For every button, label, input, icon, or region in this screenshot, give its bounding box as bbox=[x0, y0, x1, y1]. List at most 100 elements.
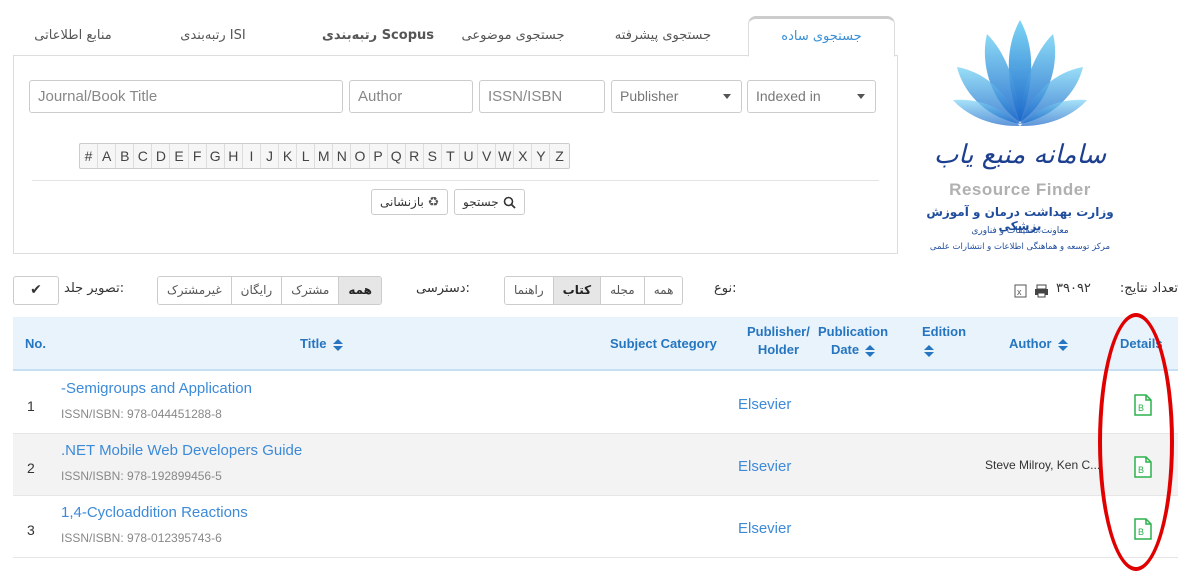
table-header: No. Title Subject Category Publisher/ Ho… bbox=[13, 317, 1178, 371]
search-form: Journal/Book Title Author ISSN/ISBN Publ… bbox=[13, 56, 898, 254]
alphabet-letter[interactable]: I bbox=[243, 144, 261, 168]
alphabet-letter[interactable]: # bbox=[80, 144, 99, 168]
title-input[interactable]: Journal/Book Title bbox=[29, 80, 343, 113]
row-title-link[interactable]: .NET Mobile Web Developers Guide bbox=[61, 442, 302, 459]
lotus-logo-icon bbox=[953, 20, 1087, 127]
header-no: No. bbox=[25, 336, 46, 351]
header-title[interactable]: Title bbox=[300, 335, 343, 353]
row-number: 1 bbox=[27, 398, 35, 414]
logo-subtitle: Resource Finder bbox=[949, 180, 1091, 199]
access-label: دسترسی: bbox=[416, 281, 470, 296]
alphabet-letter[interactable]: F bbox=[189, 144, 207, 168]
chevron-down-icon bbox=[723, 94, 731, 99]
header-author[interactable]: Author bbox=[1009, 335, 1068, 353]
alphabet-letter[interactable]: O bbox=[351, 144, 370, 168]
alphabet-letter[interactable]: V bbox=[478, 144, 497, 168]
row-title-link[interactable]: -Semigroups and Application bbox=[61, 380, 252, 397]
alphabet-letter[interactable]: D bbox=[152, 144, 171, 168]
alphabet-letter[interactable]: N bbox=[333, 144, 352, 168]
svg-text:B: B bbox=[1138, 403, 1144, 413]
row-title-link[interactable]: 1,4-Cycloaddition Reactions bbox=[61, 504, 248, 521]
author-input[interactable]: Author bbox=[349, 80, 473, 113]
header-publication-date[interactable]: Publication Date bbox=[818, 323, 888, 359]
alphabet-letter[interactable]: R bbox=[406, 144, 424, 168]
access-filter: غیرمشترک رایگان مشترک همه bbox=[157, 276, 382, 305]
tab-information-sources[interactable]: منابع اطلاعاتی bbox=[13, 16, 133, 56]
header-edition[interactable]: Edition bbox=[922, 323, 966, 359]
alphabet-letter[interactable]: K bbox=[279, 144, 298, 168]
book-details-icon[interactable]: B bbox=[1132, 394, 1154, 416]
header-subject-category: Subject Category bbox=[610, 336, 717, 351]
alphabet-filter: # A B C D E F G H I J K L M N O P Q R S T U V W X Y Z bbox=[79, 143, 570, 169]
row-author: Steve Milroy, Ken C... bbox=[985, 458, 1101, 472]
tab-subject-search[interactable]: جستجوی موضوعی bbox=[453, 16, 573, 56]
alphabet-letter[interactable]: W bbox=[496, 144, 515, 168]
type-option-guide[interactable]: راهنما bbox=[505, 277, 553, 304]
alphabet-letter[interactable]: Z bbox=[550, 144, 568, 168]
table-row: 3 1,4-Cycloaddition Reactions ISSN/ISBN:… bbox=[13, 496, 1178, 558]
alphabet-letter[interactable]: T bbox=[442, 144, 460, 168]
row-isbn: ISSN/ISBN: 978-012395743-6 bbox=[61, 531, 222, 545]
type-label: نوع: bbox=[714, 281, 737, 296]
alphabet-letter[interactable]: H bbox=[225, 144, 243, 168]
alphabet-letter[interactable]: M bbox=[315, 144, 334, 168]
indexed-select[interactable]: Indexed in bbox=[747, 80, 876, 113]
type-option-book[interactable]: کتاب bbox=[552, 277, 601, 304]
alphabet-letter[interactable]: P bbox=[370, 144, 388, 168]
chevron-down-icon bbox=[857, 94, 865, 99]
svg-text:B: B bbox=[1138, 465, 1144, 475]
access-option-nonsubscribed[interactable]: غیرمشترک bbox=[158, 277, 231, 304]
header-details: Details bbox=[1120, 336, 1163, 351]
type-option-journal[interactable]: مجله bbox=[600, 277, 644, 304]
access-option-free[interactable]: رایگان bbox=[230, 277, 282, 304]
alphabet-letter[interactable]: U bbox=[460, 144, 479, 168]
search-icon bbox=[503, 196, 516, 209]
table-row: 1 -Semigroups and Application ISSN/ISBN:… bbox=[13, 372, 1178, 434]
alphabet-letter[interactable]: Q bbox=[388, 144, 406, 168]
publisher-select[interactable]: Publisher bbox=[611, 80, 742, 113]
type-option-all[interactable]: همه bbox=[643, 277, 683, 304]
logo-title: سامانه منبع یاب bbox=[933, 140, 1107, 170]
issn-input[interactable]: ISSN/ISBN bbox=[479, 80, 605, 113]
check-icon: ✔ bbox=[30, 282, 42, 298]
alphabet-letter[interactable]: J bbox=[261, 144, 280, 168]
row-publisher-link[interactable]: Elsevier bbox=[738, 520, 791, 537]
cover-label: تصویر جلد: bbox=[64, 281, 125, 296]
alphabet-letter[interactable]: A bbox=[98, 144, 117, 168]
recycle-icon: ♻ bbox=[427, 195, 440, 210]
header-publisher: Publisher/ Holder bbox=[747, 324, 810, 357]
alphabet-letter[interactable]: X bbox=[514, 144, 533, 168]
excel-export-icon[interactable]: x bbox=[1014, 284, 1027, 298]
cover-toggle-button[interactable]: ✔ bbox=[13, 276, 59, 305]
table-row: 2 .NET Mobile Web Developers Guide ISSN/… bbox=[13, 434, 1178, 496]
book-details-icon[interactable]: B bbox=[1132, 456, 1154, 478]
results-toolbar: ✔ تصویر جلد: غیرمشترک رایگان مشترک همه د… bbox=[0, 276, 1178, 312]
alphabet-letter[interactable]: B bbox=[116, 144, 135, 168]
alphabet-letter[interactable]: E bbox=[170, 144, 189, 168]
svg-text:x: x bbox=[1017, 287, 1022, 297]
search-button[interactable]: جستجو bbox=[454, 189, 525, 215]
alphabet-letter[interactable]: S bbox=[424, 144, 442, 168]
access-option-all[interactable]: همه bbox=[338, 277, 381, 304]
tab-isi-ranking[interactable]: رتبه‌بندی ISI bbox=[153, 16, 273, 56]
access-option-subscribed[interactable]: مشترک bbox=[281, 277, 339, 304]
reset-button[interactable]: بازنشانی ♻ bbox=[371, 189, 449, 215]
alphabet-letter[interactable]: L bbox=[297, 144, 316, 168]
row-publisher-link[interactable]: Elsevier bbox=[738, 396, 791, 413]
book-details-icon[interactable]: B bbox=[1132, 518, 1154, 540]
sort-icon bbox=[332, 338, 343, 351]
alphabet-letter[interactable]: Y bbox=[532, 144, 551, 168]
search-tabs: منابع اطلاعاتی رتبه‌بندی ISI رتبه‌بندی S… bbox=[13, 16, 898, 57]
alphabet-letter[interactable]: C bbox=[134, 144, 153, 168]
row-number: 2 bbox=[27, 460, 35, 476]
tab-scopus-ranking[interactable]: رتبه‌بندی Scopus bbox=[313, 16, 443, 56]
center-name: مرکز توسعه و هماهنگی اطلاعات و انتشارات … bbox=[929, 242, 1111, 252]
row-publisher-link[interactable]: Elsevier bbox=[738, 458, 791, 475]
tab-simple-search[interactable]: جستجوی ساده bbox=[748, 16, 895, 57]
tab-advanced-search[interactable]: جستجوی پیشرفته bbox=[598, 16, 728, 56]
svg-text:B: B bbox=[1138, 527, 1144, 537]
print-icon[interactable] bbox=[1034, 284, 1049, 298]
row-isbn: ISSN/ISBN: 978-192899456-5 bbox=[61, 469, 222, 483]
alphabet-letter[interactable]: G bbox=[207, 144, 225, 168]
results-label: تعداد نتایج: bbox=[1119, 281, 1178, 296]
